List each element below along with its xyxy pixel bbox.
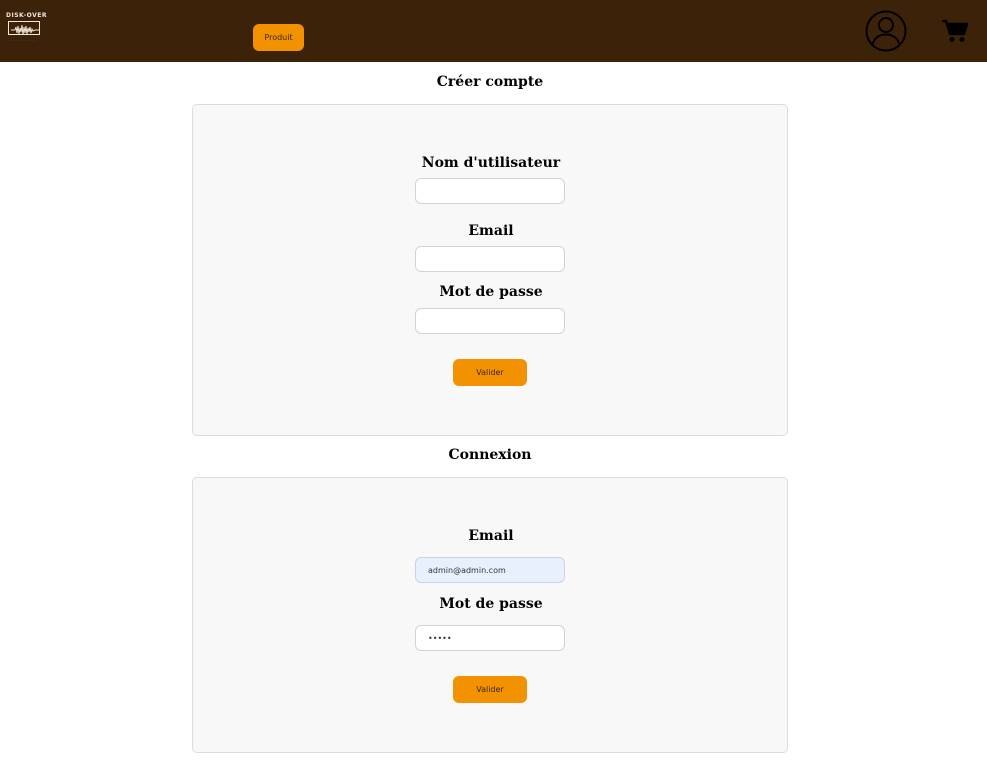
signup-title: Créer compte: [436, 74, 544, 90]
top-header: DISK-OVER · · · · · · · · · · · · · · · …: [0, 0, 987, 62]
signup-password-label: Mot de passe: [439, 284, 543, 300]
logo-subtitle: · · · · · · · · · · · · · · · ·: [6, 38, 36, 42]
signup-email-input[interactable]: [415, 246, 565, 272]
login-title: Connexion: [448, 447, 532, 463]
signup-card: Nom d'utilisateur Email Mot de passe Val…: [192, 104, 788, 436]
signup-email-label: Email: [468, 223, 514, 239]
logo-waveform-icon: [8, 21, 40, 36]
user-icon[interactable]: [864, 9, 908, 53]
username-label: Nom d'utilisateur: [421, 155, 561, 171]
username-input[interactable]: [415, 178, 565, 204]
login-email-label: Email: [468, 528, 514, 544]
login-card: Email Mot de passe Valider: [192, 477, 788, 753]
logo[interactable]: DISK-OVER · · · · · · · · · · · · · · · …: [6, 13, 48, 47]
produit-button[interactable]: Produit: [253, 24, 304, 51]
login-email-input[interactable]: [415, 557, 565, 583]
login-submit-button[interactable]: Valider: [453, 676, 527, 703]
signup-submit-button[interactable]: Valider: [453, 359, 527, 386]
logo-title: DISK-OVER: [6, 12, 47, 19]
cart-icon[interactable]: [941, 18, 969, 44]
login-password-input[interactable]: [415, 625, 565, 651]
signup-password-input[interactable]: [415, 308, 565, 334]
login-password-label: Mot de passe: [439, 596, 543, 612]
